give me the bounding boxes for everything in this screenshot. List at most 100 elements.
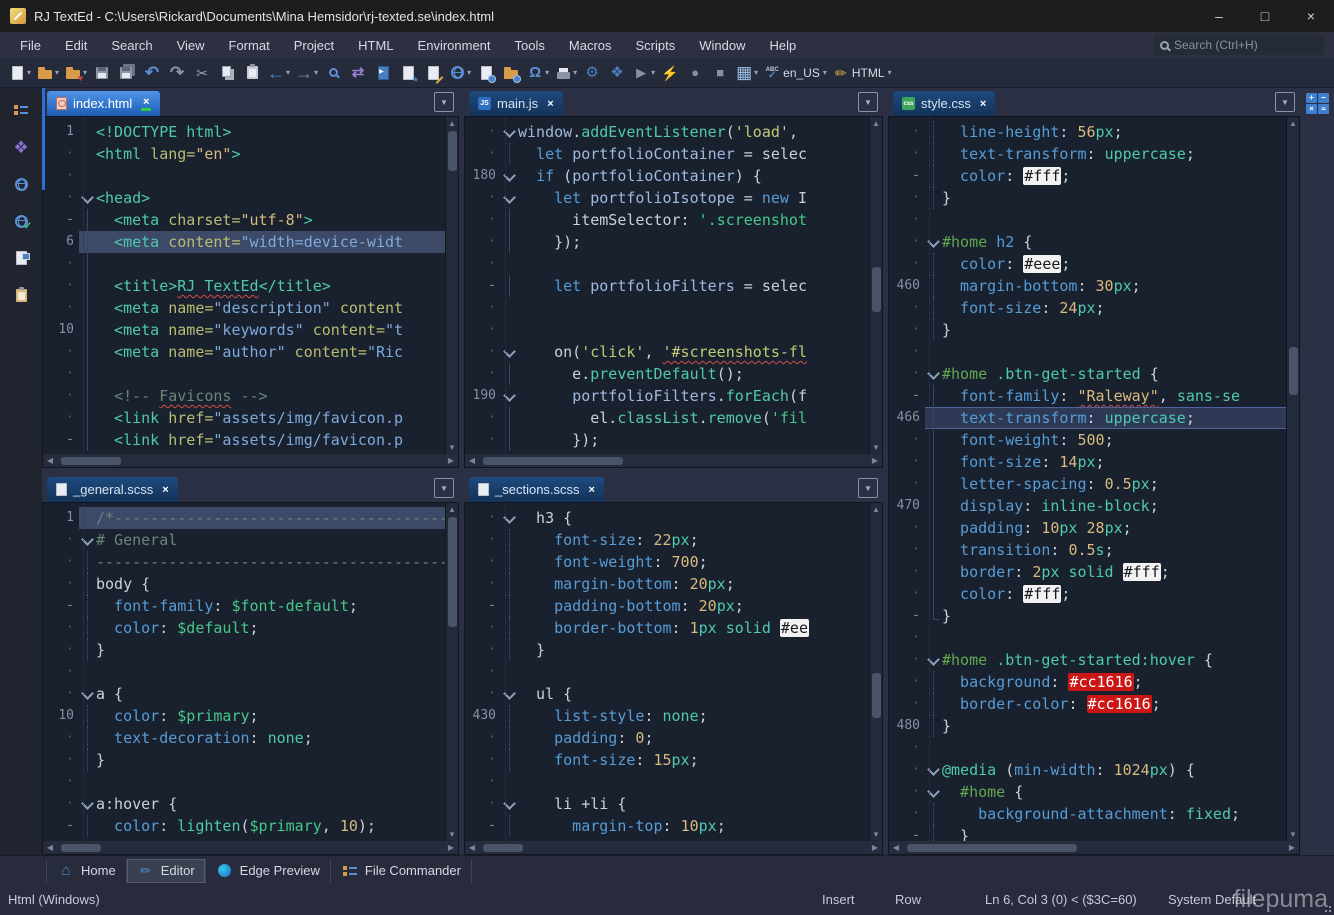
code-line[interactable]: · itemSelector: '.screenshot: [465, 209, 869, 231]
code-line[interactable]: · color: #eee;: [889, 253, 1286, 275]
scroll-right-icon[interactable]: ▶: [444, 456, 458, 465]
code-line[interactable]: - <link href="assets/img/favicon.p: [43, 429, 445, 451]
vertical-scrollbar[interactable]: ▲ ▼: [1286, 117, 1299, 841]
open-file-button[interactable]: ▾: [34, 61, 61, 85]
menu-item-format[interactable]: Format: [217, 32, 282, 58]
close-tab-icon[interactable]: ×: [547, 99, 553, 109]
fold-collapse-icon[interactable]: [501, 187, 518, 209]
code-editor[interactable]: · line-height: 56px;· text-transform: up…: [888, 116, 1300, 841]
menu-item-scripts[interactable]: Scripts: [624, 32, 688, 58]
status-insert-mode[interactable]: Insert: [822, 892, 855, 907]
dropdown-caret-icon[interactable]: ▾: [286, 68, 290, 77]
code-editor[interactable]: 1<!DOCTYPE html>·<html lang="en">··<head…: [42, 116, 459, 454]
code-line[interactable]: · color: $default;: [43, 617, 445, 639]
code-line[interactable]: · h3 {: [465, 507, 869, 529]
view-tab-edge-preview[interactable]: Edge Preview: [206, 859, 331, 883]
code-line[interactable]: ·}: [43, 639, 445, 661]
code-line[interactable]: · font-size: 14px;: [889, 451, 1286, 473]
dropdown-caret-icon[interactable]: ▾: [314, 68, 318, 77]
publish-folder-button[interactable]: [499, 61, 523, 85]
scroll-left-icon[interactable]: ◀: [43, 456, 57, 465]
validate-button[interactable]: [396, 61, 420, 85]
code-line[interactable]: · <!-- Favicons -->: [43, 385, 445, 407]
fold-collapse-icon[interactable]: [925, 231, 942, 253]
tab-list-dropdown[interactable]: ▼: [434, 478, 454, 498]
scroll-up-icon[interactable]: ▲: [1287, 119, 1299, 128]
code-line[interactable]: · <meta name="author" content="Ric: [43, 341, 445, 363]
scroll-thumb[interactable]: [872, 267, 881, 312]
code-line[interactable]: ·: [465, 253, 869, 275]
export-button[interactable]: [371, 61, 395, 85]
dropdown-caret-icon[interactable]: ▾: [545, 68, 549, 77]
menu-item-project[interactable]: Project: [282, 32, 346, 58]
tab-list-dropdown[interactable]: ▼: [858, 478, 878, 498]
code-line[interactable]: ·: [43, 661, 445, 683]
scroll-left-icon[interactable]: ◀: [465, 843, 479, 852]
code-line[interactable]: ·#home .btn-get-started {: [889, 363, 1286, 385]
scroll-thumb[interactable]: [872, 673, 881, 718]
stop-macro-button[interactable]: ■: [708, 61, 732, 85]
fold-collapse-icon[interactable]: [79, 529, 96, 551]
close-tab-icon[interactable]: ×: [162, 485, 168, 495]
code-line[interactable]: · line-height: 56px;: [889, 121, 1286, 143]
code-line[interactable]: ·: [465, 661, 869, 683]
scroll-thumb[interactable]: [61, 457, 121, 465]
cut-button[interactable]: ✂: [190, 61, 214, 85]
code-line[interactable]: ·: [43, 363, 445, 385]
code-line[interactable]: · #home {: [889, 781, 1286, 803]
close-tab-icon[interactable]: ×: [141, 97, 151, 111]
search-input[interactable]: [1174, 38, 1304, 52]
close-button[interactable]: ×: [1288, 0, 1334, 32]
fold-collapse-icon[interactable]: [79, 683, 96, 705]
scroll-right-icon[interactable]: ▶: [868, 843, 882, 852]
minimize-button[interactable]: –: [1196, 0, 1242, 32]
view-tab-home[interactable]: ⌂ Home: [46, 859, 127, 883]
code-editor[interactable]: ·window.addEventListener('load', · let p…: [464, 116, 883, 454]
code-line[interactable]: -}: [889, 605, 1286, 627]
copy-button[interactable]: [215, 61, 239, 85]
code-line[interactable]: ·}: [43, 749, 445, 771]
compare-button[interactable]: ⇄: [346, 61, 370, 85]
scroll-up-icon[interactable]: ▲: [870, 119, 882, 128]
resize-grip[interactable]: [1329, 910, 1331, 912]
scroll-down-icon[interactable]: ▼: [870, 443, 882, 452]
tab-general-scss[interactable]: _general.scss ×: [47, 477, 178, 502]
menu-item-html[interactable]: HTML: [346, 32, 405, 58]
navigate-forward-button[interactable]: →▾: [293, 61, 320, 85]
code-editor[interactable]: 1/*-------------------------------------…: [42, 502, 459, 841]
code-line[interactable]: ·window.addEventListener('load',: [465, 121, 869, 143]
code-line[interactable]: · let portfolioIsotope = new I: [465, 187, 869, 209]
code-line[interactable]: ·: [889, 627, 1286, 649]
code-line[interactable]: 10 color: $primary;: [43, 705, 445, 727]
scroll-thumb[interactable]: [483, 844, 523, 852]
code-line[interactable]: · background-attachment: fixed;: [889, 803, 1286, 825]
horizontal-scrollbar[interactable]: ◀ ▶: [464, 841, 883, 855]
code-line[interactable]: · e.preventDefault();: [465, 363, 869, 385]
menu-item-edit[interactable]: Edit: [53, 32, 99, 58]
dropdown-caret-icon[interactable]: ▾: [83, 68, 87, 77]
tab-list-dropdown[interactable]: ▼: [1275, 92, 1295, 112]
status-syntax-mode[interactable]: Html (Windows): [8, 892, 100, 907]
code-line[interactable]: - let portfolioFilters = selec: [465, 275, 869, 297]
scroll-down-icon[interactable]: ▼: [1287, 830, 1299, 839]
code-line[interactable]: - font-family: "Raleway", sans-se: [889, 385, 1286, 407]
horizontal-scrollbar[interactable]: ◀ ▶: [464, 454, 883, 468]
scroll-thumb[interactable]: [907, 844, 1077, 852]
code-line[interactable]: · }: [465, 639, 869, 661]
code-line[interactable]: ·<head>: [43, 187, 445, 209]
dropdown-caret-icon[interactable]: ▾: [55, 68, 59, 77]
code-line[interactable]: - font-family: $font-default;: [43, 595, 445, 617]
code-line[interactable]: 10 <meta name="keywords" content="t: [43, 319, 445, 341]
code-line[interactable]: ·: [889, 737, 1286, 759]
tab-list-dropdown[interactable]: ▼: [434, 92, 454, 112]
code-line[interactable]: ·: [43, 165, 445, 187]
fold-collapse-icon[interactable]: [501, 793, 518, 815]
code-line[interactable]: · <link href="assets/img/favicon.p: [43, 407, 445, 429]
menu-item-environment[interactable]: Environment: [406, 32, 503, 58]
quick-search[interactable]: [1154, 35, 1324, 55]
code-line[interactable]: · let portfolioContainer = selec: [465, 143, 869, 165]
menu-item-tools[interactable]: Tools: [503, 32, 557, 58]
tools-button[interactable]: ⚙: [580, 61, 604, 85]
menu-item-help[interactable]: Help: [758, 32, 809, 58]
code-editor[interactable]: · h3 {· font-size: 22px;· font-weight: 7…: [464, 502, 883, 841]
